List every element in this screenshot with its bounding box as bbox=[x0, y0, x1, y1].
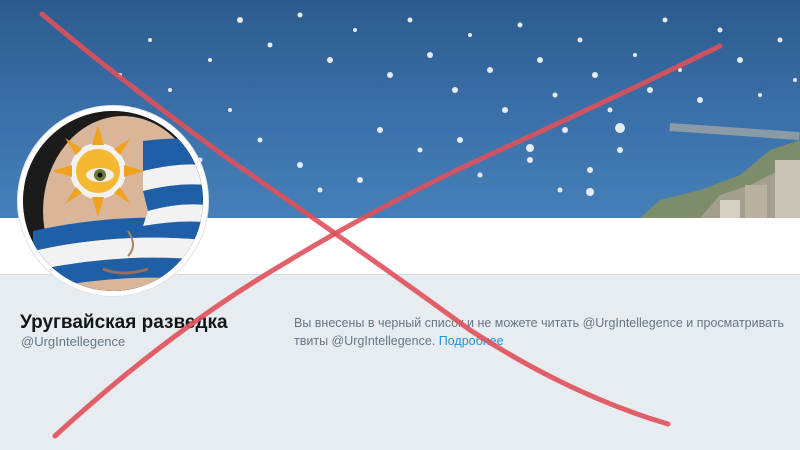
profile-header-area bbox=[0, 275, 800, 450]
blocked-notice: Вы внесены в черный список и не можете ч… bbox=[294, 314, 794, 350]
avatar[interactable] bbox=[18, 106, 208, 296]
avatar-image bbox=[23, 111, 203, 291]
profile-display-name: Уругвайская разведка bbox=[20, 312, 228, 333]
blocked-notice-text: Вы внесены в черный список и не можете ч… bbox=[294, 316, 785, 348]
profile-handle: @UrgIntellegence bbox=[21, 334, 126, 349]
learn-more-link[interactable]: Подробнее bbox=[439, 334, 504, 348]
face-with-uruguay-flag-paint bbox=[23, 111, 203, 291]
